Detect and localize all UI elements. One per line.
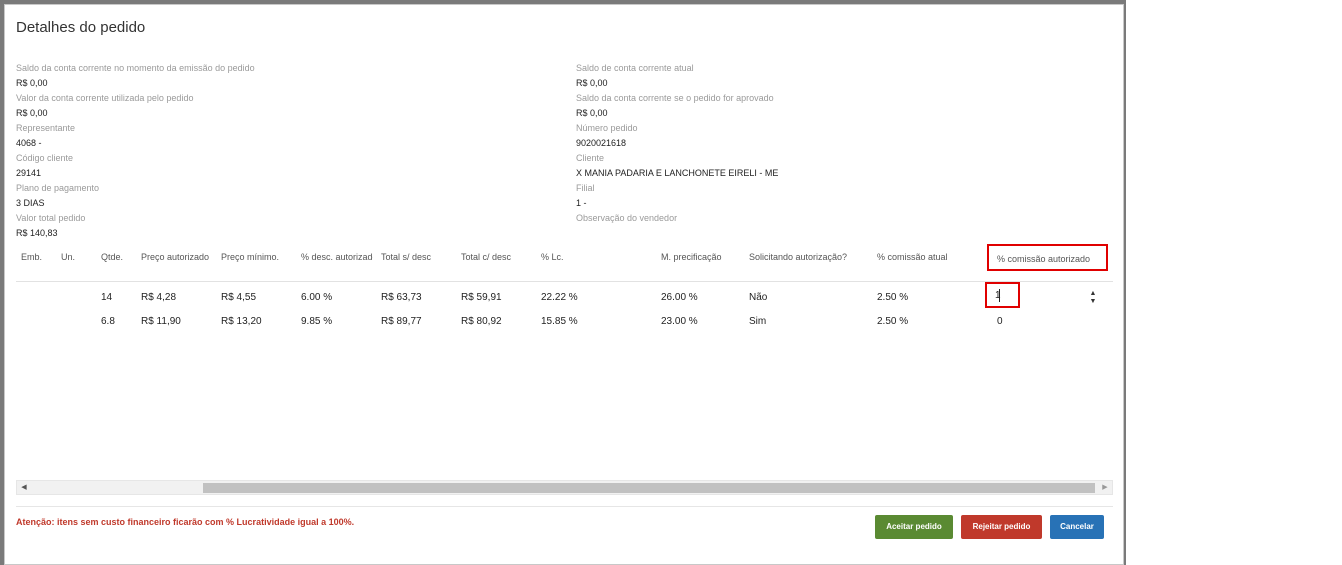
field-label: Saldo de conta corrente atual bbox=[576, 63, 694, 73]
cell-preco-autorizado: R$ 4,28 bbox=[141, 292, 177, 303]
field-value: X MANIA PADARIA E LANCHONETE EIRELI - ME bbox=[576, 168, 779, 178]
spinner-arrows-icon[interactable]: ▲ ▼ bbox=[1088, 290, 1098, 306]
field-saldo-emissao: Saldo da conta corrente no momento da em… bbox=[16, 61, 536, 91]
field-label: Código cliente bbox=[16, 153, 74, 163]
footer-divider bbox=[16, 506, 1113, 507]
field-label: Observação do vendedor bbox=[576, 213, 678, 223]
field-representante: Representante 4068 - bbox=[16, 121, 536, 151]
header-comissao-autorizado-label: % comissão autorizado bbox=[997, 254, 1091, 264]
cell-comissao-atual: 2.50 % bbox=[877, 316, 909, 327]
cell-solicitando-autorizacao: Não bbox=[749, 292, 768, 303]
header-lc[interactable]: % Lc. bbox=[541, 252, 615, 262]
field-valor-conta-utilizada: Valor da conta corrente utilizada pelo p… bbox=[16, 91, 536, 121]
field-codigo-cliente: Código cliente 29141 bbox=[16, 151, 536, 181]
cell-lc: 15.85 % bbox=[541, 316, 578, 327]
cell-m-precificacao: 26.00 % bbox=[661, 292, 698, 303]
header-comissao-atual[interactable]: % comissão atual bbox=[877, 252, 977, 262]
field-label: Valor total pedido bbox=[16, 213, 86, 223]
cell-comissao-atual: 2.50 % bbox=[877, 292, 909, 303]
field-saldo-atual: Saldo de conta corrente atual R$ 0,00 bbox=[576, 61, 1096, 91]
header-preco-minimo[interactable]: Preço mínimo. bbox=[221, 252, 295, 262]
cell-total-sem-desc: R$ 89,77 bbox=[381, 316, 422, 327]
text-caret bbox=[999, 289, 1000, 302]
cell-lc: 22.22 % bbox=[541, 292, 578, 303]
dialog-title: Detalhes do pedido bbox=[16, 19, 146, 36]
header-m-precificacao[interactable]: M. precificação bbox=[661, 252, 745, 262]
field-value: 9020021618 bbox=[576, 138, 627, 148]
items-table-header: Emb. Un. Qtde. Preço autorizado Preço mí… bbox=[16, 241, 1113, 282]
header-desc-autorizado[interactable]: % desc. autorizado bbox=[301, 252, 373, 262]
cell-total-com-desc: R$ 80,92 bbox=[461, 316, 502, 327]
table-row[interactable]: 6.8 R$ 11,90 R$ 13,20 9.85 % R$ 89,77 R$… bbox=[16, 312, 1113, 334]
table-horizontal-scrollbar[interactable]: ◀ ▶ bbox=[16, 480, 1113, 495]
field-cliente: Cliente X MANIA PADARIA E LANCHONETE EIR… bbox=[576, 151, 1096, 181]
field-label: Filial bbox=[576, 183, 595, 193]
cell-desc-autorizado: 9.85 % bbox=[301, 316, 333, 327]
field-value: R$ 140,83 bbox=[16, 228, 58, 238]
header-un[interactable]: Un. bbox=[61, 252, 101, 262]
header-solicitando-autorizacao[interactable]: Solicitando autorização? bbox=[749, 252, 873, 262]
accept-order-button[interactable]: Aceitar pedido bbox=[875, 515, 953, 539]
field-label: Plano de pagamento bbox=[16, 183, 100, 193]
header-comissao-autorizado[interactable]: % comissão autorizado bbox=[987, 244, 1108, 271]
field-value: 1 - bbox=[576, 198, 587, 208]
header-total-sem-desc[interactable]: Total s/ desc bbox=[381, 252, 455, 262]
reject-order-button[interactable]: Rejeitar pedido bbox=[961, 515, 1042, 539]
field-saldo-se-aprovado: Saldo da conta corrente se o pedido for … bbox=[576, 91, 1096, 121]
field-value: 3 DIAS bbox=[16, 198, 45, 208]
field-value: R$ 0,00 bbox=[576, 78, 608, 88]
order-info-left-column: Saldo da conta corrente no momento da em… bbox=[16, 61, 536, 241]
field-observacao-vendedor: Observação do vendedor bbox=[576, 211, 1096, 241]
field-label: Cliente bbox=[576, 153, 605, 163]
warning-message: Atenção: itens sem custo financeiro fica… bbox=[16, 517, 355, 527]
field-numero-pedido: Número pedido 9020021618 bbox=[576, 121, 1096, 151]
cell-qtde: 14 bbox=[101, 292, 113, 303]
header-emb[interactable]: Emb. bbox=[21, 252, 61, 262]
cell-solicitando-autorizacao: Sim bbox=[749, 316, 767, 327]
field-value: R$ 0,00 bbox=[16, 78, 48, 88]
cell-desc-autorizado: 6.00 % bbox=[301, 292, 333, 303]
cell-total-sem-desc: R$ 63,73 bbox=[381, 292, 422, 303]
table-row[interactable]: 14 R$ 4,28 R$ 4,55 6.00 % R$ 63,73 R$ 59… bbox=[16, 288, 1113, 310]
cell-qtde: 6.8 bbox=[101, 316, 115, 327]
order-details-dialog: Detalhes do pedido Saldo da conta corren… bbox=[4, 4, 1124, 565]
cancel-button[interactable]: Cancelar bbox=[1050, 515, 1104, 539]
field-value bbox=[576, 225, 1096, 241]
comissao-autorizado-input[interactable]: 1 bbox=[985, 282, 1020, 308]
cell-preco-minimo: R$ 13,20 bbox=[221, 316, 262, 327]
field-value: R$ 0,00 bbox=[576, 108, 608, 118]
cell-comissao-autorizado[interactable]: 0 bbox=[997, 316, 1003, 327]
field-value: R$ 0,00 bbox=[16, 108, 48, 118]
field-label: Saldo da conta corrente se o pedido for … bbox=[576, 93, 774, 103]
cell-preco-autorizado: R$ 11,90 bbox=[141, 316, 181, 327]
field-plano-pagamento: Plano de pagamento 3 DIAS bbox=[16, 181, 536, 211]
field-value: 29141 bbox=[16, 168, 42, 178]
field-valor-total: Valor total pedido R$ 140,83 bbox=[16, 211, 536, 241]
field-filial: Filial 1 - bbox=[576, 181, 1096, 211]
header-total-com-desc[interactable]: Total c/ desc bbox=[461, 252, 535, 262]
header-preco-autorizado[interactable]: Preço autorizado bbox=[141, 252, 215, 262]
field-label: Representante bbox=[16, 123, 76, 133]
cell-total-com-desc: R$ 59,91 bbox=[461, 292, 502, 303]
field-label: Saldo da conta corrente no momento da em… bbox=[16, 63, 255, 73]
field-label: Número pedido bbox=[576, 123, 638, 133]
field-value: 4068 - bbox=[16, 138, 42, 148]
chevron-left-icon[interactable]: ◀ bbox=[17, 481, 31, 494]
field-label: Valor da conta corrente utilizada pelo p… bbox=[16, 93, 194, 103]
cell-preco-minimo: R$ 4,55 bbox=[221, 292, 257, 303]
chevron-right-icon[interactable]: ▶ bbox=[1098, 481, 1112, 494]
scrollbar-thumb[interactable] bbox=[203, 483, 1095, 493]
cell-m-precificacao: 23.00 % bbox=[661, 316, 698, 327]
header-qtde[interactable]: Qtde. bbox=[101, 252, 141, 262]
order-info-right-column: Saldo de conta corrente atual R$ 0,00 Sa… bbox=[576, 61, 1096, 241]
